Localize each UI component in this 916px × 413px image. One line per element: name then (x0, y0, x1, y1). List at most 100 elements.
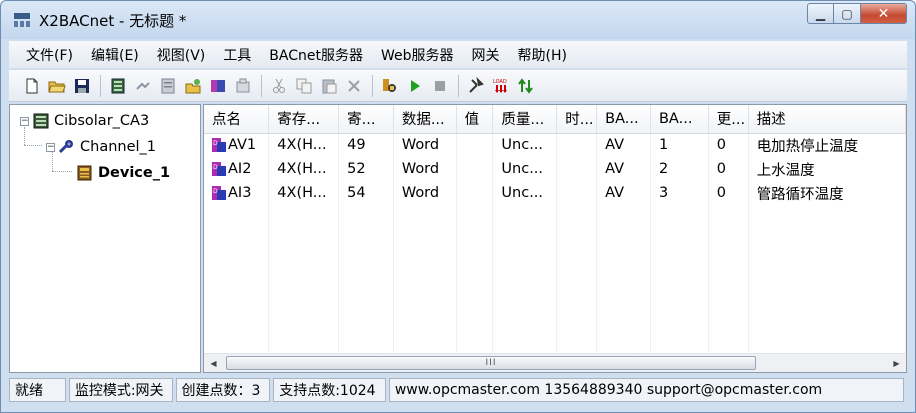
empty-row (204, 253, 906, 277)
tag-list[interactable]: 点名 寄存... 寄... 数据... 值 质量... 时... BA... B… (203, 104, 907, 373)
status-created-count: 创建点数：3 (175, 378, 271, 402)
collapse-icon[interactable]: − (20, 116, 29, 126)
copy-button[interactable] (293, 75, 315, 97)
paste-button[interactable] (318, 75, 340, 97)
add-device-button[interactable] (132, 75, 154, 97)
import-button[interactable] (207, 75, 229, 97)
column-header-address[interactable]: 寄... (338, 105, 394, 134)
menu-bar: 文件(F) 编辑(E) 视图(V) 工具 BACnet服务器 Web服务器 网关… (9, 41, 907, 68)
column-header-update[interactable]: 更... (708, 105, 749, 134)
cell-datatype: Word (393, 133, 457, 157)
menu-view[interactable]: 视图(V) (148, 45, 215, 65)
maximize-icon: ▢ (841, 6, 853, 21)
app-window: X2BACnet - 无标题 * ▁ ▢ ✕ 文件(F) 编辑(E) 视图(V)… (0, 0, 916, 413)
app-icon (14, 13, 30, 27)
tag-name: AV1 (228, 137, 257, 154)
title-bar[interactable]: X2BACnet - 无标题 * ▁ ▢ ✕ (1, 1, 915, 39)
delete-button[interactable] (343, 75, 365, 97)
project-tree[interactable]: − Cibsolar_CA3 − Channel_1 Device_1 (9, 104, 201, 373)
cell-bacnet-instance: 3 (650, 181, 709, 205)
copy-icon (296, 78, 312, 93)
cut-button[interactable] (268, 75, 290, 97)
project-icon (33, 113, 49, 129)
menu-tools[interactable]: 工具 (214, 45, 260, 65)
tree-node-project[interactable]: − Cibsolar_CA3 (20, 111, 149, 131)
cell-name: D AI2 (204, 157, 270, 181)
svg-text:D: D (213, 188, 218, 195)
cell-bacnet-type: AV (596, 181, 651, 205)
cell-quality: Unc... (492, 133, 558, 157)
cell-bacnet-type: AV (596, 133, 651, 157)
cell-datatype: Word (393, 181, 457, 205)
horizontal-scrollbar[interactable]: ◀ III ▶ (204, 353, 906, 372)
table-row[interactable]: D AI3 4X(H... 54 Word Unc... AV 3 0 管路循环… (204, 181, 906, 205)
cell-time (556, 181, 598, 205)
add-channel-button[interactable] (107, 75, 129, 97)
load-button[interactable]: LOAD (490, 75, 512, 97)
cell-description: 上水温度 (748, 157, 906, 181)
up-download-button[interactable] (515, 75, 537, 97)
save-icon (75, 78, 89, 93)
tools-button[interactable] (465, 75, 487, 97)
status-bar: 就绪 监控模式:网关 创建点数：3 支持点数:1024 www.opcmaste… (9, 376, 907, 404)
menu-help[interactable]: 帮助(H) (509, 45, 576, 65)
tag-icon: D (212, 186, 226, 200)
empty-row (204, 301, 906, 325)
cut-icon (273, 78, 285, 93)
empty-row (204, 205, 906, 229)
tree-node-device[interactable]: Device_1 (76, 163, 170, 183)
cell-description: 电加热停止温度 (748, 133, 906, 157)
column-header-datatype[interactable]: 数据... (393, 105, 457, 134)
tools-icon (469, 76, 484, 93)
scroll-grip: III (485, 358, 497, 368)
menu-web-server[interactable]: Web服务器 (372, 45, 463, 65)
column-header-quality[interactable]: 质量... (492, 105, 558, 134)
tree-node-channel[interactable]: − Channel_1 (46, 137, 156, 157)
table-row[interactable]: D AI2 4X(H... 52 Word Unc... AV 2 0 上水温度 (204, 157, 906, 181)
new-file-button[interactable] (21, 75, 43, 97)
column-header-name[interactable]: 点名 (204, 105, 270, 134)
column-header-register[interactable]: 寄存... (268, 105, 340, 134)
properties-button[interactable] (232, 75, 254, 97)
tag-table: 点名 寄存... 寄... 数据... 值 质量... 时... BA... B… (204, 105, 906, 372)
add-tag-button[interactable] (157, 75, 179, 97)
column-header-bacnet-type[interactable]: BA... (596, 105, 651, 134)
run-icon (411, 79, 420, 92)
close-button[interactable]: ✕ (861, 3, 907, 24)
svg-text:LOAD: LOAD (493, 79, 507, 85)
maximize-button[interactable]: ▢ (834, 3, 861, 24)
stop-button[interactable] (429, 75, 451, 97)
save-button[interactable] (71, 75, 93, 97)
menu-file[interactable]: 文件(F) (17, 45, 82, 65)
minimize-button[interactable]: ▁ (807, 3, 834, 24)
scroll-left-button[interactable]: ◀ (204, 354, 223, 372)
svg-text:D: D (213, 164, 218, 171)
cell-bacnet-instance: 1 (650, 133, 709, 157)
open-project-button[interactable] (182, 75, 204, 97)
scroll-right-button[interactable]: ▶ (887, 354, 906, 372)
column-header-bacnet-instance[interactable]: BA... (650, 105, 709, 134)
status-mode: 监控模式:网关 (68, 378, 173, 402)
column-header-description[interactable]: 描述 (748, 105, 906, 134)
menu-gateway[interactable]: 网关 (463, 45, 509, 65)
menu-edit[interactable]: 编辑(E) (82, 45, 148, 65)
empty-row (204, 229, 906, 253)
column-header-value[interactable]: 值 (456, 105, 494, 134)
cell-time (556, 133, 598, 157)
tree-connector (52, 171, 72, 172)
load-icon: LOAD (493, 79, 507, 93)
column-header-time[interactable]: 时... (556, 105, 598, 134)
up-download-icon (518, 77, 533, 94)
cell-address: 49 (338, 133, 394, 157)
open-button[interactable] (46, 75, 68, 97)
cell-register: 4X(H... (268, 133, 340, 157)
collapse-icon[interactable]: − (46, 142, 55, 152)
monitor-button[interactable] (379, 75, 401, 97)
menu-bacnet-server[interactable]: BACnet服务器 (260, 45, 372, 65)
table-row[interactable]: D AV1 4X(H... 49 Word Unc... AV 1 0 电加热停… (204, 133, 906, 157)
cell-update: 0 (708, 157, 749, 181)
tag-name: AI3 (228, 185, 252, 201)
cell-time (556, 157, 598, 181)
run-button[interactable] (404, 75, 426, 97)
scroll-thumb[interactable]: III (226, 356, 756, 370)
